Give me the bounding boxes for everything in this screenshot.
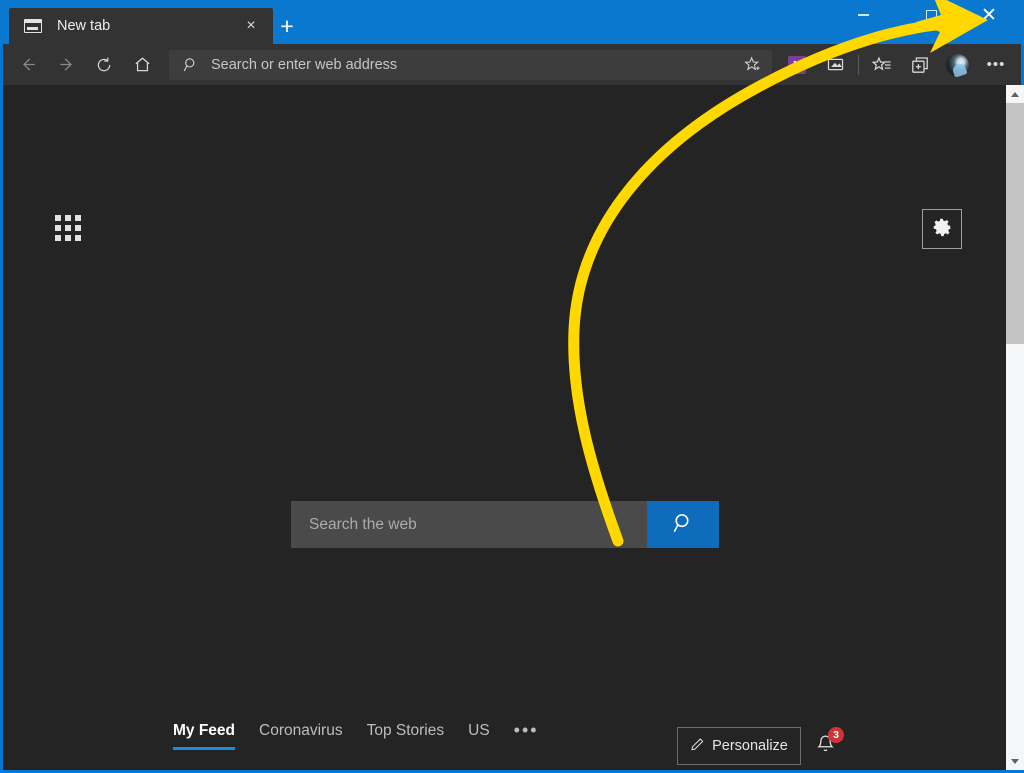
- grid-dot: [75, 235, 81, 241]
- grid-dot: [55, 225, 61, 231]
- feed-tab-more[interactable]: •••: [514, 716, 539, 751]
- minimize-button[interactable]: [840, 0, 886, 30]
- address-bar[interactable]: [169, 50, 772, 80]
- new-tab-favicon-icon: [23, 16, 43, 36]
- grid-dot: [75, 215, 81, 221]
- read-aloud-button[interactable]: [816, 48, 854, 82]
- gear-icon: [931, 216, 953, 243]
- maximize-button[interactable]: [908, 0, 954, 30]
- feed-tab-coronavirus[interactable]: Coronavirus: [259, 718, 367, 750]
- web-search-box: [291, 501, 719, 548]
- feed-tabs: My Feed Coronavirus Top Stories US •••: [173, 716, 539, 751]
- scrollbar-track[interactable]: [1006, 103, 1024, 752]
- onenote-button[interactable]: N: [778, 48, 816, 82]
- refresh-icon: [95, 56, 113, 74]
- search-icon: [672, 512, 695, 538]
- favorites-hub-button[interactable]: [863, 48, 901, 82]
- grid-dot: [55, 235, 61, 241]
- notifications-button[interactable]: 3: [808, 730, 842, 764]
- personalize-label: Personalize: [712, 738, 788, 754]
- arrow-left-icon: [19, 55, 38, 74]
- forward-button[interactable]: [47, 48, 85, 82]
- new-tab-page: My Feed Coronavirus Top Stories US ••• P…: [3, 85, 1006, 770]
- personalize-button[interactable]: Personalize: [677, 727, 801, 765]
- feed-navigation-bar: My Feed Coronavirus Top Stories US •••: [3, 700, 1006, 770]
- pencil-icon: [690, 737, 705, 756]
- close-icon: ✕: [981, 6, 997, 25]
- scroll-down-arrow-icon[interactable]: [1006, 752, 1024, 770]
- browser-toolbar: N: [3, 44, 1021, 85]
- tab-title: New tab: [57, 18, 237, 34]
- page-scrollbar[interactable]: [1006, 85, 1024, 770]
- title-bar: New tab × + ✕: [0, 0, 1024, 44]
- web-search-input[interactable]: [291, 501, 647, 548]
- notification-badge: 3: [828, 727, 844, 743]
- scrollbar-thumb[interactable]: [1006, 103, 1024, 344]
- collections-icon: [910, 55, 930, 75]
- minimize-icon: [858, 14, 869, 16]
- feed-tab-us[interactable]: US: [468, 718, 514, 750]
- feed-tab-top-stories[interactable]: Top Stories: [367, 718, 469, 750]
- toolbar-divider: [858, 55, 859, 75]
- grid-dot: [75, 225, 81, 231]
- settings-and-more-button[interactable]: •••: [977, 48, 1015, 82]
- grid-dot: [65, 235, 71, 241]
- arrow-right-icon: [57, 55, 76, 74]
- page-settings-button[interactable]: [922, 209, 962, 249]
- more-dots-icon: •••: [987, 56, 1006, 73]
- refresh-button[interactable]: [85, 48, 123, 82]
- home-button[interactable]: [123, 48, 161, 82]
- search-icon: [179, 57, 203, 73]
- collections-button[interactable]: [901, 48, 939, 82]
- home-icon: [133, 55, 152, 74]
- profile-button[interactable]: [939, 48, 977, 82]
- web-search-button[interactable]: [647, 501, 719, 548]
- avatar: [946, 53, 970, 77]
- onenote-icon: N: [788, 56, 806, 74]
- scroll-up-arrow-icon[interactable]: [1006, 85, 1024, 103]
- close-button[interactable]: ✕: [966, 0, 1012, 30]
- grid-dot: [65, 225, 71, 231]
- maximize-icon: [926, 10, 937, 21]
- browser-tab-new-tab[interactable]: New tab ×: [9, 8, 273, 44]
- favorite-star-icon[interactable]: [738, 56, 766, 73]
- back-button[interactable]: [9, 48, 47, 82]
- immersive-reader-icon: [826, 55, 845, 74]
- grid-dot: [65, 215, 71, 221]
- browser-window: New tab × + ✕: [0, 0, 1024, 773]
- new-tab-button[interactable]: +: [273, 12, 301, 40]
- favorites-star-list-icon: [872, 55, 892, 75]
- tab-close-icon[interactable]: ×: [237, 12, 265, 40]
- grid-dot: [55, 215, 61, 221]
- feed-tab-my-feed[interactable]: My Feed: [173, 718, 259, 750]
- address-input[interactable]: [203, 57, 738, 73]
- app-launcher-button[interactable]: [53, 213, 83, 243]
